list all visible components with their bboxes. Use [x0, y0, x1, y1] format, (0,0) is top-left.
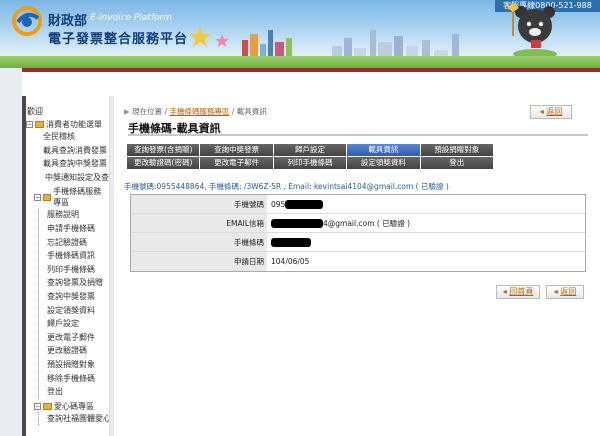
folder-icon [43, 193, 52, 201]
arrow-icon: ▶ [124, 107, 130, 116]
breadcrumb-link-mobile-zone[interactable]: 手機條碼服務專區 [169, 107, 229, 116]
tab-account-settings[interactable]: 歸戶設定 [273, 144, 347, 156]
sidebar-mobile-submenu: 服務說明 申請手機條碼 忘記驗證碼 手機條碼資訊 列印手機條碼 查詢發票及捐贈 … [38, 208, 109, 399]
collapse-icon[interactable]: − [34, 193, 41, 201]
barcode-value [267, 233, 585, 251]
email-label: EMAIL信箱 [131, 214, 267, 232]
table-row: 手機號碼 095 [131, 195, 585, 214]
sidebar-item-query-donate[interactable]: 查詢發票及捐贈 [47, 276, 109, 290]
carrier-info-table: 手機號碼 095 EMAIL信箱 4@gmail.com ( 已驗證 ) 手機條… [130, 194, 586, 272]
tab-logout[interactable]: 登出 [420, 157, 493, 169]
main-content: ▶ 現在位置 / 手機條碼服務專區 / 載具資訊 ◂ 返回 手機條碼-載具資訊 … [114, 96, 600, 436]
tab-default-donation[interactable]: 預設捐贈對象 [420, 144, 493, 156]
arrow-icon: ◂ [553, 287, 558, 296]
breadcrumb-prefix: 現在位置 / [132, 107, 168, 116]
tab-change-email[interactable]: 更改電子郵件 [200, 157, 273, 169]
folder-icon [43, 402, 52, 410]
phone-value: 095 [267, 195, 585, 213]
table-row: 申請日期 104/06/05 [131, 252, 585, 271]
sidebar-item-logout[interactable]: 登出 [47, 385, 109, 399]
sidebar-item-carrier-winning[interactable]: 載具查詢中獎發票 [43, 157, 109, 171]
redaction-mark [271, 218, 323, 228]
sidebar-item-prize-settings[interactable]: 設定領獎資料 [47, 304, 109, 318]
back-button-top[interactable]: ◂ 返回 [530, 105, 572, 119]
sidebar-section-consumer[interactable]: − 消費者功能選單 [26, 119, 109, 130]
back-arrow-icon: ◂ [539, 107, 544, 116]
sidebar-item-charity-code[interactable]: 查詢社福團體愛心碼 [47, 412, 109, 426]
content-frame-top [22, 68, 600, 96]
home-button[interactable]: ◂ 回首頁 [496, 285, 540, 299]
e-invoice-logo-icon [12, 6, 42, 36]
mascot-bear-icon [507, 2, 557, 58]
redaction-mark [271, 237, 311, 247]
date-value: 104/06/05 [271, 257, 310, 266]
sidebar-item-carrier-invoices[interactable]: 載具查詢消費發票 [43, 144, 109, 158]
collapse-icon[interactable]: − [34, 402, 41, 410]
sidebar-item-barcode-info[interactable]: 手機條碼資訊 [47, 249, 109, 263]
sidebar: 歡迎 − 消費者功能選單 全民稽核 載具查詢消費發票 載具查詢中獎發票 中獎通知設… [26, 96, 110, 436]
decorative-scenery-icon [189, 26, 292, 60]
carrier-summary-line: 手機號碼:0955448864, 手機條碼: /3W6Z-5R , Email:… [124, 182, 449, 191]
phone-label: 手機號碼 [131, 195, 267, 213]
table-row: 手機條碼 [131, 233, 585, 252]
sidebar-item-account-settings[interactable]: 歸戶設定 [47, 317, 109, 331]
breadcrumb: ▶ 現在位置 / 手機條碼服務專區 / 載具資訊 [124, 106, 267, 117]
platform-english-name: E-Invoice Platform [90, 13, 173, 23]
sidebar-item-audit[interactable]: 全民稽核 [43, 130, 109, 144]
platform-name: 電子發票整合服務平台 [48, 32, 189, 47]
table-row: EMAIL信箱 4@gmail.com ( 已驗證 ) [131, 214, 585, 233]
breadcrumb-current: 載具資訊 [236, 107, 267, 116]
sidebar-welcome: 歡迎 [27, 107, 43, 116]
date-label: 申請日期 [131, 252, 267, 271]
sidebar-item-default-donation[interactable]: 預設捐贈對象 [47, 358, 109, 372]
collapse-icon[interactable]: − [26, 121, 33, 128]
sidebar-section-mobile-barcode[interactable]: − 手機條碼服務專區 [34, 186, 109, 208]
breadcrumb-separator: / [231, 107, 235, 116]
sidebar-item-forgot-code[interactable]: 忘記驗證碼 [47, 236, 109, 250]
tab-print-barcode[interactable]: 列印手機條碼 [273, 157, 347, 169]
function-tabs: 查詢發票(含捐贈) 查詢中獎發票 歸戶設定 載具資訊 預設捐贈對象 更改驗證碼(… [127, 144, 493, 169]
tab-query-winning[interactable]: 查詢中獎發票 [200, 144, 273, 156]
sidebar-item-change-email[interactable]: 更改電子郵件 [47, 331, 109, 345]
tab-change-code[interactable]: 更改驗證碼(密碼) [127, 157, 200, 169]
back-button-bottom[interactable]: ◂ 返回 [546, 285, 584, 299]
sidebar-item-winning-notice[interactable]: 中獎通知設定及查詢 [45, 171, 109, 185]
decorative-city-icon [332, 30, 459, 60]
sidebar-item-remove-barcode[interactable]: 移除手機條碼 [47, 372, 109, 386]
tab-carrier-info[interactable]: 載具資訊 [347, 144, 420, 156]
sidebar-item-apply-barcode[interactable]: 申請手機條碼 [47, 222, 109, 236]
ministry-name: 財政部 [48, 14, 88, 29]
sidebar-love-submenu: 查詢社福團體愛心碼 [38, 411, 109, 426]
sidebar-section-love-code[interactable]: − 愛心碼專區 [34, 401, 109, 412]
sidebar-item-print-barcode[interactable]: 列印手機條碼 [47, 263, 109, 277]
tab-query-invoices[interactable]: 查詢發票(含捐贈) [127, 144, 200, 156]
tab-prize-settings[interactable]: 設定領獎資料 [347, 157, 420, 169]
folder-icon [35, 121, 44, 128]
arrow-icon: ◂ [502, 287, 507, 296]
sidebar-item-service-info[interactable]: 服務說明 [47, 208, 109, 222]
sidebar-item-change-code[interactable]: 更改驗證碼 [47, 344, 109, 358]
site-header: 財政部 E-Invoice Platform 電子發票整合服務平台 客服專線08… [0, 0, 600, 68]
title-divider [128, 134, 588, 136]
sidebar-item-query-winning[interactable]: 查詢中獎發票 [47, 290, 109, 304]
redaction-mark [285, 199, 324, 209]
email-value: 4@gmail.com ( 已驗證 ) [267, 214, 585, 232]
barcode-label: 手機條碼 [131, 233, 267, 251]
